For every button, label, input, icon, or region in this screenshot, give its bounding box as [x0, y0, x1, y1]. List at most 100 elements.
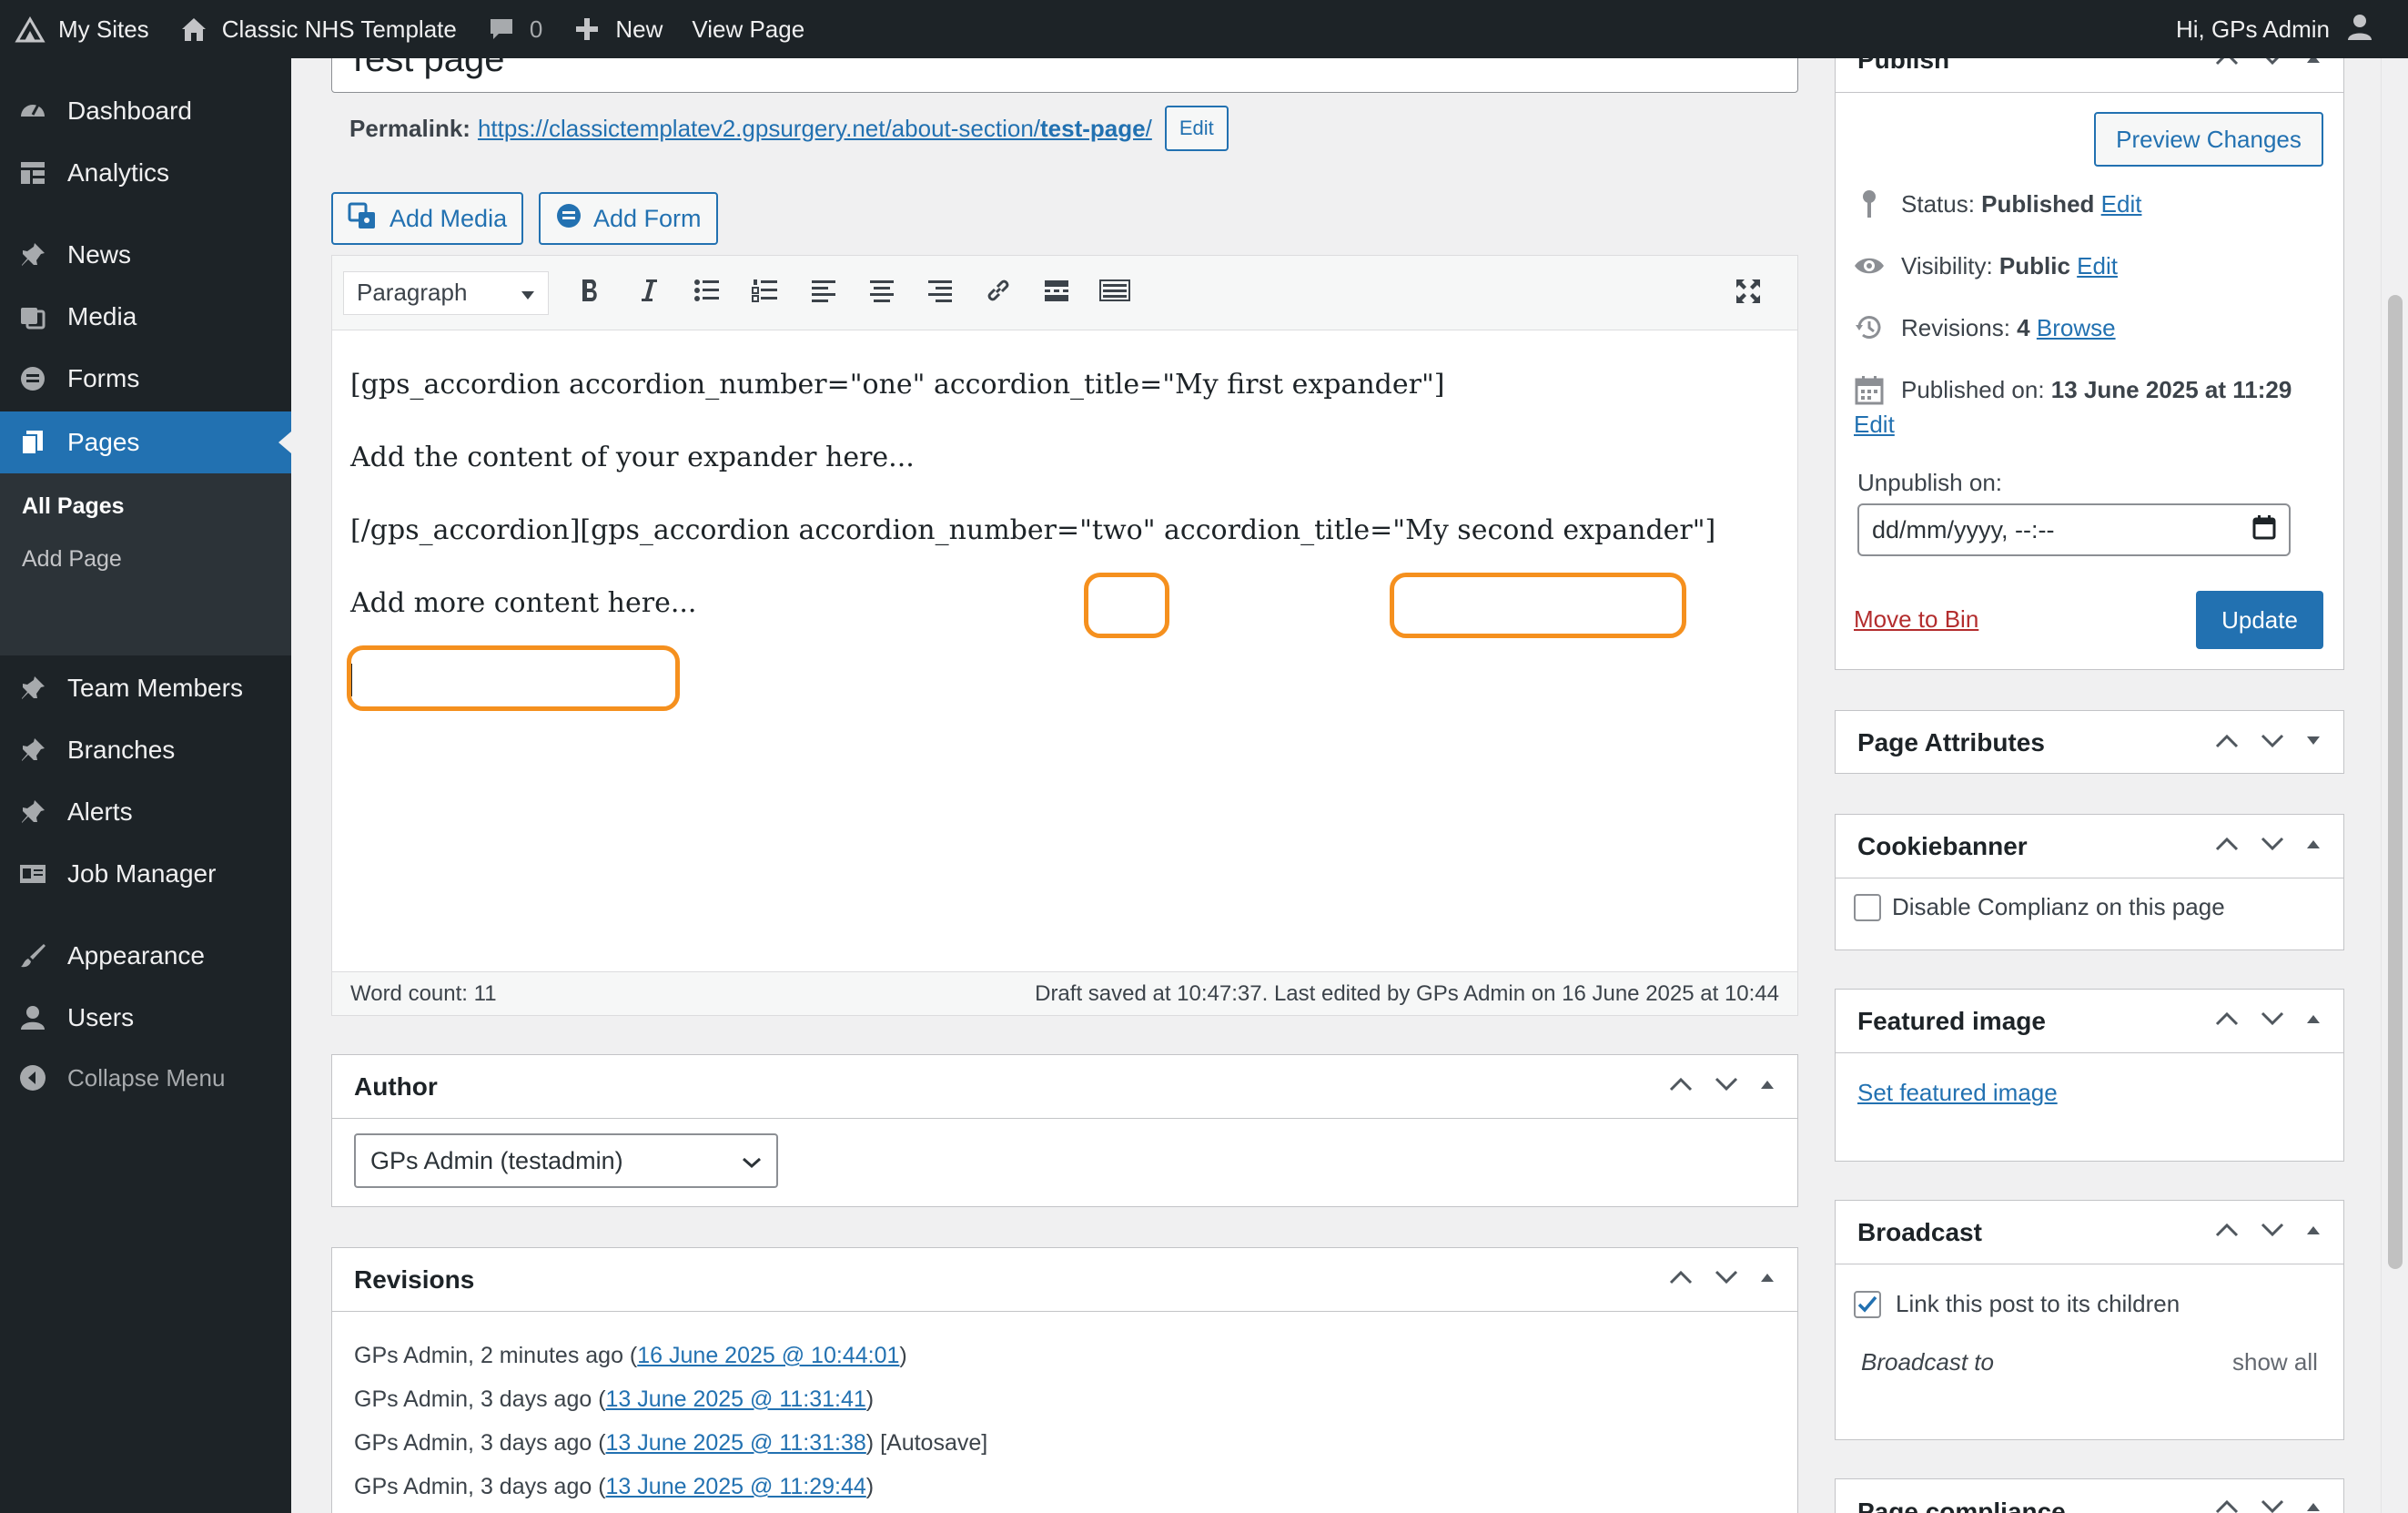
sidebar-item-label: Analytics — [67, 158, 170, 187]
highlight-content-line — [347, 645, 680, 711]
move-up-icon[interactable] — [2214, 1498, 2240, 1513]
align-center-button[interactable] — [853, 271, 911, 315]
sidebar-item-news[interactable]: News — [0, 224, 291, 286]
submenu-add-page[interactable]: Add Page — [22, 546, 122, 573]
sidebar-item-media[interactable]: Media — [0, 286, 291, 348]
author-select[interactable]: GPs Admin (testadmin) — [354, 1133, 778, 1188]
box-controls — [2214, 732, 2322, 755]
move-down-icon[interactable] — [1714, 1075, 1739, 1098]
update-button[interactable]: Update — [2196, 591, 2323, 649]
move-to-bin-link[interactable]: Move to Bin — [1854, 605, 1978, 634]
format-select[interactable]: Paragraph — [343, 270, 549, 315]
move-down-icon[interactable] — [2260, 1221, 2285, 1244]
align-left-icon — [810, 278, 837, 308]
sidebar-item-team-members[interactable]: Team Members — [0, 657, 291, 719]
users-icon — [16, 1001, 49, 1034]
pin-icon — [16, 796, 49, 828]
published-on-row: Published on: 13 June 2025 at 11:29 — [1854, 374, 2292, 405]
move-down-icon[interactable] — [2260, 1010, 2285, 1032]
box-controls — [2214, 1221, 2322, 1244]
permalink-edit-button[interactable]: Edit — [1164, 106, 1229, 151]
revision-suffix: ) [Autosave] — [865, 1430, 988, 1456]
sidebar-item-dashboard[interactable]: Dashboard — [0, 80, 291, 142]
comments-menu[interactable]: 0 — [471, 0, 557, 58]
move-down-icon[interactable] — [2260, 1498, 2285, 1513]
history-icon — [1854, 312, 1885, 343]
status-value: Published — [1981, 189, 2095, 218]
broadcast-box: Broadcast Link this post to its children… — [1835, 1200, 2344, 1440]
account-menu[interactable]: Hi, GPs Admin — [2176, 0, 2375, 58]
cookiebanner-title: Cookiebanner — [1857, 831, 2028, 860]
italic-button[interactable] — [620, 271, 678, 315]
admin-bar: My Sites Classic NHS Template 0 New View… — [0, 0, 2408, 58]
move-up-icon[interactable] — [2214, 1010, 2240, 1032]
preview-changes-button[interactable]: Preview Changes — [2094, 112, 2323, 167]
move-up-icon[interactable] — [1668, 1075, 1694, 1098]
read-more-button[interactable] — [1027, 271, 1086, 315]
toggle-panel-icon[interactable] — [1759, 1078, 1776, 1095]
bold-button[interactable] — [562, 271, 620, 315]
add-form-button[interactable]: Add Form — [539, 192, 718, 245]
sidebar-item-appearance[interactable]: Appearance — [0, 925, 291, 987]
published-edit-link[interactable]: Edit — [1854, 411, 1895, 439]
toggle-panel-icon[interactable] — [2305, 1012, 2322, 1030]
visibility-edit-link[interactable]: Edit — [2077, 252, 2118, 279]
sidebar-item-forms[interactable]: Forms — [0, 348, 291, 410]
move-down-icon[interactable] — [2260, 732, 2285, 755]
permalink-link[interactable]: https://classictemplatev2.gpsurgery.net/… — [478, 115, 1152, 143]
revision-link[interactable]: 13 June 2025 @ 11:31:41 — [606, 1386, 866, 1412]
move-up-icon[interactable] — [2214, 1221, 2240, 1244]
move-up-icon[interactable] — [1668, 1268, 1694, 1291]
collapse-menu-button[interactable]: Collapse Menu — [0, 1047, 291, 1109]
sidebar-item-branches[interactable]: Branches — [0, 719, 291, 781]
bulleted-list-button[interactable] — [678, 271, 736, 315]
revision-link[interactable]: 13 June 2025 @ 11:31:38 — [606, 1430, 866, 1456]
submenu-all-pages[interactable]: All Pages — [22, 493, 125, 520]
fullscreen-button[interactable] — [1719, 271, 1777, 315]
revision-author: GPs Admin, 3 days ago ( — [354, 1474, 606, 1499]
sidebar-item-pages[interactable]: Pages — [0, 411, 291, 473]
align-right-button[interactable] — [911, 271, 969, 315]
revision-link[interactable]: 13 June 2025 @ 11:29:44 — [606, 1474, 866, 1499]
browse-revisions-link[interactable]: Browse — [2037, 314, 2116, 341]
view-page-link[interactable]: View Page — [677, 0, 819, 58]
highlight-accordion-title — [1390, 573, 1686, 638]
status-edit-link[interactable]: Edit — [2101, 190, 2142, 218]
add-media-button[interactable]: Add Media — [331, 192, 524, 245]
sidebar-item-job-manager[interactable]: Job Manager — [0, 843, 291, 905]
new-content-menu[interactable]: New — [557, 0, 677, 58]
move-down-icon[interactable] — [2260, 835, 2285, 858]
sidebar-item-analytics[interactable]: Analytics — [0, 142, 291, 204]
scrollbar-thumb[interactable] — [2388, 295, 2403, 1269]
show-all-link[interactable]: show all — [2232, 1348, 2318, 1376]
toggle-panel-icon[interactable] — [2305, 1500, 2322, 1513]
box-controls — [2214, 1010, 2322, 1032]
set-featured-image-link[interactable]: Set featured image — [1857, 1079, 2058, 1107]
insert-link-button[interactable] — [969, 271, 1027, 315]
calendar-icon — [1854, 374, 1885, 405]
my-sites-menu[interactable]: My Sites — [0, 0, 164, 58]
numbered-list-button[interactable] — [736, 271, 794, 315]
move-up-icon[interactable] — [2214, 732, 2240, 755]
toggle-panel-icon[interactable] — [2305, 838, 2322, 855]
align-left-button[interactable] — [794, 271, 853, 315]
toggle-panel-icon[interactable] — [2305, 1224, 2322, 1241]
revision-link[interactable]: 16 June 2025 @ 10:44:01 — [637, 1343, 899, 1368]
site-name-menu[interactable]: Classic NHS Template — [164, 0, 471, 58]
permalink-slug: test-page — [1040, 114, 1146, 142]
sidebar-item-alerts[interactable]: Alerts — [0, 781, 291, 843]
toolbar-toggle-button[interactable] — [1086, 271, 1144, 315]
unpublish-date-input[interactable]: dd/mm/yyyy, --:-- — [1857, 503, 2291, 556]
revision-item: GPs Admin, 2 minutes ago (16 June 2025 @… — [354, 1343, 907, 1369]
link-children-checkbox[interactable] — [1854, 1290, 1881, 1318]
move-up-icon[interactable] — [2214, 835, 2240, 858]
toggle-panel-icon[interactable] — [1759, 1271, 1776, 1288]
calendar-picker-icon[interactable] — [2252, 514, 2276, 546]
forms-icon — [16, 362, 49, 395]
disable-complianz-checkbox[interactable] — [1854, 893, 1881, 921]
move-down-icon[interactable] — [1714, 1268, 1739, 1291]
toggle-panel-icon[interactable] — [2305, 735, 2322, 752]
page-scrollbar[interactable] — [2381, 58, 2408, 1513]
sidebar-item-users[interactable]: Users — [0, 987, 291, 1049]
word-count: Word count: 11 — [350, 980, 497, 1006]
